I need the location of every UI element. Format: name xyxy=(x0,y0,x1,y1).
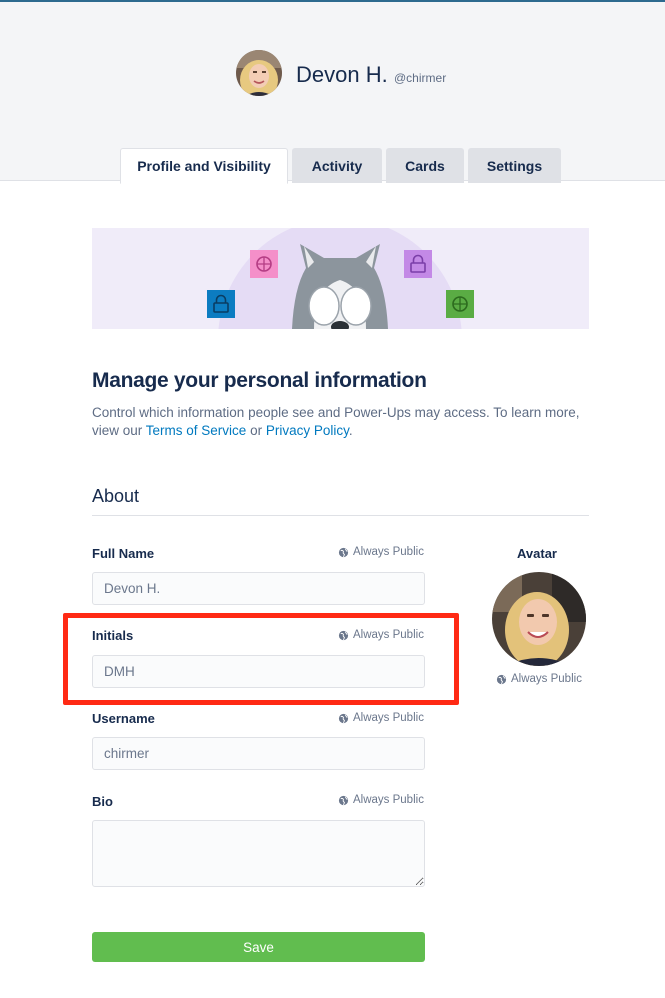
bio-visibility: Always Public xyxy=(338,794,424,806)
username-input[interactable] xyxy=(92,737,425,770)
bio-label: Bio xyxy=(92,794,113,809)
description-text: or xyxy=(246,423,266,438)
globe-icon xyxy=(338,630,349,640)
privacy-hero-banner xyxy=(92,228,589,329)
visibility-text: Always Public xyxy=(353,712,424,724)
profile-header: Devon H. @chirmer Profile and Visibility… xyxy=(0,2,665,184)
tab-activity[interactable]: Activity xyxy=(292,148,382,183)
globe-icon xyxy=(338,547,349,557)
avatar-label: Avatar xyxy=(517,546,557,561)
terms-of-service-link[interactable]: Terms of Service xyxy=(146,423,247,438)
bio-textarea[interactable] xyxy=(92,820,425,887)
profile-name: Devon H. xyxy=(296,62,388,87)
globe-icon xyxy=(496,674,507,684)
globe-icon xyxy=(338,713,349,723)
visibility-text: Always Public xyxy=(511,673,582,685)
tab-settings[interactable]: Settings xyxy=(468,148,561,183)
tab-cards[interactable]: Cards xyxy=(386,148,464,183)
profile-handle: @chirmer xyxy=(394,71,447,85)
full-name-label: Full Name xyxy=(92,546,155,561)
avatar-visibility: Always Public xyxy=(496,673,582,685)
lock-icon xyxy=(404,250,432,278)
initials-visibility: Always Public xyxy=(338,629,424,641)
initials-input[interactable] xyxy=(92,655,425,688)
lock-icon xyxy=(207,290,235,318)
page-heading: Manage your personal information xyxy=(92,369,427,392)
privacy-policy-link[interactable]: Privacy Policy xyxy=(266,423,349,438)
visibility-text: Always Public xyxy=(353,794,424,806)
full-name-input[interactable] xyxy=(92,572,425,605)
visibility-text: Always Public xyxy=(353,629,424,641)
description-text: . xyxy=(348,423,353,438)
dribbble-ball-icon xyxy=(446,290,474,318)
initials-label: Initials xyxy=(92,628,134,643)
header-avatar[interactable] xyxy=(236,50,282,96)
save-button[interactable]: Save xyxy=(92,932,425,962)
username-label: Username xyxy=(92,711,155,726)
globe-icon xyxy=(338,795,349,805)
section-title-about: About xyxy=(92,486,140,506)
visibility-text: Always Public xyxy=(353,546,424,558)
section-divider xyxy=(92,515,589,516)
dribbble-ball-icon xyxy=(250,250,278,278)
page-description: Control which information people see and… xyxy=(92,404,592,440)
full-name-visibility: Always Public xyxy=(338,546,424,558)
avatar[interactable] xyxy=(492,572,586,666)
username-visibility: Always Public xyxy=(338,712,424,724)
tab-profile-and-visibility[interactable]: Profile and Visibility xyxy=(120,148,288,184)
